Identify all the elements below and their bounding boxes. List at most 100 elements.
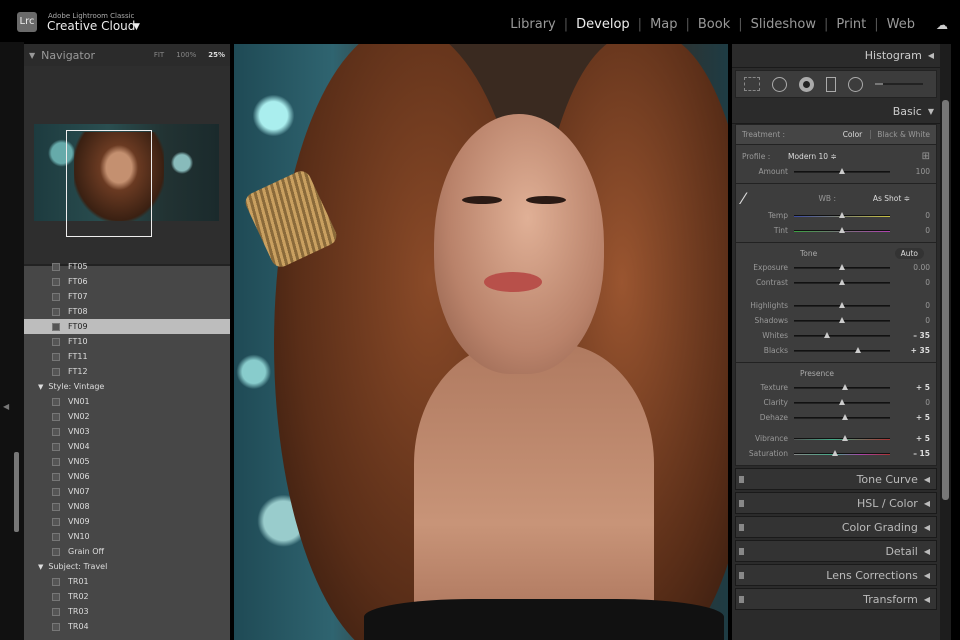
slider-thumb[interactable] (841, 383, 848, 390)
eyedropper-icon[interactable]: ⁄ (736, 189, 776, 208)
exposure-slider[interactable] (794, 263, 890, 270)
preset-item[interactable]: TR03 (24, 604, 230, 619)
preset-item[interactable]: VN02 (24, 409, 230, 424)
slider-thumb[interactable] (841, 413, 848, 420)
slider-value[interactable]: + 5 (890, 413, 930, 422)
zoom-25[interactable]: 25% (208, 51, 225, 59)
module-develop[interactable]: Develop (568, 17, 638, 32)
preset-item[interactable]: Grain Off (24, 544, 230, 559)
preset-item[interactable]: TR01 (24, 574, 230, 589)
radial-filter-icon[interactable] (848, 76, 863, 92)
slider-thumb[interactable] (839, 398, 845, 405)
preset-item[interactable]: FT06 (24, 274, 230, 289)
preset-item[interactable]: FT09 (24, 319, 230, 334)
panel-toggle-icon[interactable] (739, 524, 744, 531)
slider-value[interactable]: 0 (890, 211, 930, 220)
preset-item[interactable]: VN04 (24, 439, 230, 454)
slider-thumb[interactable] (839, 211, 845, 218)
panel-transform[interactable]: Transform ◀ (735, 588, 937, 610)
zoom-frame[interactable] (66, 130, 152, 237)
right-scrollbar[interactable] (942, 100, 949, 500)
preset-item[interactable]: VN05 (24, 454, 230, 469)
panel-toggle-icon[interactable] (739, 548, 744, 555)
slider-value[interactable]: – 15 (890, 449, 930, 458)
slider-value[interactable]: 100 (890, 167, 930, 176)
redeye-icon[interactable] (799, 76, 814, 92)
texture-slider[interactable] (794, 383, 890, 390)
blacks-slider[interactable] (794, 346, 890, 353)
preset-item[interactable]: FT08 (24, 304, 230, 319)
zoom-fit[interactable]: FIT (154, 51, 164, 59)
clarity-slider[interactable] (794, 398, 890, 405)
left-scrollbar[interactable] (14, 452, 19, 532)
slider-value[interactable]: – 35 (890, 331, 930, 340)
amount-slider[interactable] (794, 167, 890, 174)
preset-item[interactable]: VN03 (24, 424, 230, 439)
slider-thumb[interactable] (839, 278, 845, 285)
preset-group[interactable]: ▼ Style: Vintage (24, 379, 230, 394)
module-library[interactable]: Library (502, 17, 563, 32)
contrast-slider[interactable] (794, 278, 890, 285)
treatment-color[interactable]: Color (843, 130, 872, 139)
slider-thumb[interactable] (855, 346, 862, 353)
module-web[interactable]: Web (879, 17, 923, 32)
preset-item[interactable]: VN01 (24, 394, 230, 409)
slider-value[interactable]: 0 (890, 316, 930, 325)
preset-item[interactable]: VN07 (24, 484, 230, 499)
panel-toggle-icon[interactable] (739, 596, 744, 603)
slider-value[interactable]: 0 (890, 301, 930, 310)
vibrance-slider[interactable] (794, 434, 890, 441)
preset-item[interactable]: FT07 (24, 289, 230, 304)
navigator-thumbnail[interactable] (34, 124, 219, 237)
slider-thumb[interactable] (839, 316, 845, 323)
dehaze-slider[interactable] (794, 413, 890, 420)
panel-toggle-icon[interactable] (739, 500, 744, 507)
preset-item[interactable]: FT05 (24, 259, 230, 274)
chevron-down-icon[interactable]: ▼ (133, 22, 140, 32)
collapse-left-icon[interactable]: ◀ (3, 402, 9, 411)
preset-group[interactable]: ▼ Subject: Travel (24, 559, 230, 574)
temp-slider[interactable] (794, 211, 890, 218)
zoom-100[interactable]: 100% (176, 51, 196, 59)
module-slideshow[interactable]: Slideshow (743, 17, 824, 32)
slider-value[interactable]: 0 (890, 226, 930, 235)
slider-thumb[interactable] (839, 167, 845, 174)
photo-canvas[interactable] (234, 44, 728, 640)
preset-item[interactable]: FT12 (24, 364, 230, 379)
slider-value[interactable]: + 35 (890, 346, 930, 355)
histogram-header[interactable]: Histogram ◀ (732, 44, 940, 68)
panel-toggle-icon[interactable] (739, 572, 744, 579)
saturation-slider[interactable] (794, 449, 890, 456)
preset-item[interactable]: TR02 (24, 589, 230, 604)
module-map[interactable]: Map (642, 17, 685, 32)
panel-color-grading[interactable]: Color Grading ◀ (735, 516, 937, 538)
preset-item[interactable]: VN08 (24, 499, 230, 514)
slider-value[interactable]: 0.00 (890, 263, 930, 272)
brush-slider-icon[interactable] (875, 83, 923, 85)
preset-item[interactable]: VN09 (24, 514, 230, 529)
panel-hsl-color[interactable]: HSL / Color ◀ (735, 492, 937, 514)
slider-thumb[interactable] (832, 449, 839, 456)
slider-thumb[interactable] (839, 301, 845, 308)
slider-value[interactable]: 0 (890, 278, 930, 287)
preset-item[interactable]: FT10 (24, 334, 230, 349)
preset-item[interactable]: FT11 (24, 349, 230, 364)
crop-grid-icon[interactable] (744, 77, 760, 91)
slider-thumb[interactable] (839, 263, 845, 270)
module-book[interactable]: Book (690, 17, 738, 32)
slider-thumb[interactable] (841, 434, 848, 441)
auto-button[interactable]: Auto (894, 248, 924, 259)
basic-header[interactable]: Basic ▼ (732, 100, 940, 124)
wb-select[interactable]: As Shot ≑ (873, 194, 910, 203)
highlights-slider[interactable] (794, 301, 890, 308)
preset-item[interactable]: TR04 (24, 619, 230, 634)
slider-value[interactable]: + 5 (890, 434, 930, 443)
navigator-header[interactable]: ▼ Navigator FIT 100% 25% (24, 44, 230, 66)
spot-removal-icon[interactable] (772, 76, 787, 92)
slider-thumb[interactable] (823, 331, 830, 338)
identity-plate[interactable]: Creative Cloud (47, 19, 135, 33)
panel-toggle-icon[interactable] (739, 476, 744, 483)
preset-item[interactable]: VN10 (24, 529, 230, 544)
profile-browser-icon[interactable]: ⊞ (922, 151, 930, 162)
slider-value[interactable]: 0 (890, 398, 930, 407)
